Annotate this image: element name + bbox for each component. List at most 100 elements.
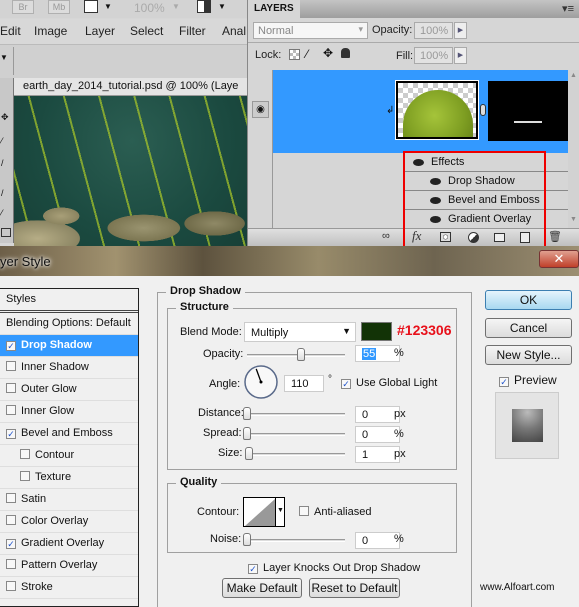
style-item-label: Inner Shadow <box>21 361 89 373</box>
checkbox-icon[interactable] <box>6 581 16 591</box>
anti-aliased-checkbox[interactable]: Anti-aliased <box>299 506 371 518</box>
layer-thumbnail[interactable] <box>395 80 479 140</box>
move-tool-icon[interactable]: ✥ <box>1 112 9 123</box>
preview-checkbox[interactable]: ✓ Preview <box>499 373 557 387</box>
blend-mode-value: Multiply <box>251 327 289 339</box>
style-item-drop-shadow[interactable]: ✓ Drop Shadow <box>0 335 138 357</box>
checkbox-icon[interactable]: ✓ <box>6 429 16 439</box>
contour-picker[interactable]: ▼ <box>243 497 285 527</box>
lock-position-icon[interactable]: ✥ <box>323 46 333 60</box>
blend-mode-dropdown[interactable]: Multiply ▼ <box>244 322 356 342</box>
ok-button[interactable]: OK <box>485 290 572 310</box>
eraser-tool-icon[interactable] <box>1 228 11 237</box>
checkbox-icon[interactable] <box>20 471 30 481</box>
noise-slider-track[interactable] <box>247 539 345 542</box>
distance-slider-knob[interactable] <box>243 407 251 420</box>
opacity-field[interactable]: 100% <box>414 22 453 39</box>
menu-edit[interactable]: Edit <box>0 24 21 38</box>
style-item-texture[interactable]: Texture <box>0 467 138 489</box>
reset-default-button[interactable]: Reset to Default <box>309 578 400 598</box>
view-extras-icon[interactable] <box>84 0 98 13</box>
close-button[interactable]: ✕ <box>539 250 579 268</box>
angle-input[interactable]: 110 <box>284 375 324 392</box>
styles-header[interactable]: Styles <box>0 289 138 313</box>
zoom-dropdown-icon[interactable]: ▼ <box>172 2 180 11</box>
make-default-button[interactable]: Make Default <box>222 578 302 598</box>
checkbox-icon[interactable] <box>6 559 16 569</box>
checkbox-icon[interactable]: ✓ <box>6 539 16 549</box>
arrange-documents-icon[interactable] <box>197 0 211 13</box>
menu-select[interactable]: Select <box>130 24 163 38</box>
style-item-outer-glow[interactable]: Outer Glow <box>0 379 138 401</box>
distance-slider-track[interactable] <box>247 413 345 416</box>
style-item-pattern-overlay[interactable]: Pattern Overlay <box>0 555 138 577</box>
checkbox-icon[interactable]: ✓ <box>6 341 16 351</box>
scroll-down-icon[interactable]: ▼ <box>570 216 577 223</box>
new-style-button[interactable]: New Style... <box>485 345 572 365</box>
style-item-inner-glow[interactable]: Inner Glow <box>0 401 138 423</box>
knockout-checkbox[interactable]: ✓ Layer Knocks Out Drop Shadow <box>248 562 420 574</box>
layer-mask-thumbnail[interactable] <box>488 81 568 141</box>
spread-slider-knob[interactable] <box>243 427 251 440</box>
link-layers-icon[interactable]: ∞ <box>382 230 390 242</box>
layers-tab[interactable]: LAYERS <box>248 0 300 18</box>
checkbox-icon[interactable] <box>6 361 16 371</box>
zoom-level[interactable]: 100% <box>134 1 165 15</box>
style-item-inner-shadow[interactable]: Inner Shadow <box>0 357 138 379</box>
blend-mode-select[interactable]: Normal ▾ <box>253 22 368 39</box>
style-item-label: Pattern Overlay <box>21 559 98 571</box>
noise-slider-knob[interactable] <box>243 533 251 546</box>
checkbox-icon[interactable] <box>6 383 16 393</box>
fill-field[interactable]: 100% <box>414 47 453 64</box>
style-item-gradient-overlay[interactable]: ✓ Gradient Overlay <box>0 533 138 555</box>
mask-link-icon[interactable] <box>480 104 486 116</box>
dialog-title-bar[interactable]: yer Style <box>0 246 579 276</box>
style-item-color-overlay[interactable]: Color Overlay <box>0 511 138 533</box>
bridge-button[interactable]: Br <box>12 0 34 14</box>
menu-filter[interactable]: Filter <box>179 24 206 38</box>
menu-image[interactable]: Image <box>34 24 67 38</box>
checkbox-icon[interactable] <box>6 493 16 503</box>
panel-menu-icon[interactable]: ▾≡ <box>562 2 574 15</box>
lock-all-icon[interactable] <box>341 48 350 58</box>
scroll-up-icon[interactable]: ▲ <box>570 72 577 79</box>
use-global-light-checkbox[interactable]: ✓ Use Global Light <box>341 377 437 389</box>
menu-layer[interactable]: Layer <box>85 24 115 38</box>
angle-dial[interactable] <box>243 364 279 400</box>
cancel-button[interactable]: Cancel <box>485 318 572 338</box>
spread-slider-track[interactable] <box>247 433 345 436</box>
size-slider-track[interactable] <box>247 453 345 456</box>
shadow-color-swatch[interactable] <box>361 322 392 341</box>
checkbox-icon[interactable] <box>20 449 30 459</box>
brush-tool-icon[interactable]: / <box>1 188 4 198</box>
tool-preset-dropdown-icon[interactable]: ▼ <box>0 53 8 62</box>
delete-icon[interactable]: 🗑 <box>548 230 562 243</box>
size-slider-knob[interactable] <box>245 447 253 460</box>
chevron-down-icon[interactable]: ▼ <box>104 2 112 11</box>
preview-swatch <box>512 409 543 442</box>
document-tab[interactable]: earth_day_2014_tutorial.psd @ 100% (Laye <box>14 78 250 96</box>
style-item-bevel-and-emboss[interactable]: ✓ Bevel and Emboss <box>0 423 138 445</box>
divider <box>13 47 14 75</box>
blending-options-item[interactable]: Blending Options: Default <box>0 313 138 335</box>
lock-transparent-pixels-icon[interactable] <box>289 49 300 60</box>
dialog-title: yer Style <box>0 254 51 269</box>
fill-slider-button[interactable]: ▶ <box>454 47 467 64</box>
magic-wand-tool-icon[interactable]: ⁄ <box>1 136 3 146</box>
opacity-slider-knob[interactable] <box>296 348 305 361</box>
checkbox-icon[interactable] <box>6 515 16 525</box>
layers-scrollbar[interactable]: ▲ ▼ <box>568 70 579 228</box>
opacity-slider-button[interactable]: ▶ <box>454 22 467 39</box>
menu-analysis[interactable]: Anal <box>222 24 246 38</box>
document-canvas[interactable] <box>14 96 250 246</box>
chevron-down-icon[interactable]: ▼ <box>218 2 226 11</box>
eyedropper-tool-icon[interactable]: / <box>1 158 4 168</box>
mini-bridge-button[interactable]: Mb <box>48 0 70 14</box>
style-item-satin[interactable]: Satin <box>0 489 138 511</box>
style-item-stroke[interactable]: Stroke <box>0 577 138 599</box>
layer-visibility-eye-icon[interactable]: ◉ <box>252 101 269 118</box>
lock-image-pixels-icon[interactable]: ⁄ <box>306 47 308 61</box>
history-brush-tool-icon[interactable]: ⁄ <box>1 208 3 218</box>
style-item-contour[interactable]: Contour <box>0 445 138 467</box>
checkbox-icon[interactable] <box>6 405 16 415</box>
